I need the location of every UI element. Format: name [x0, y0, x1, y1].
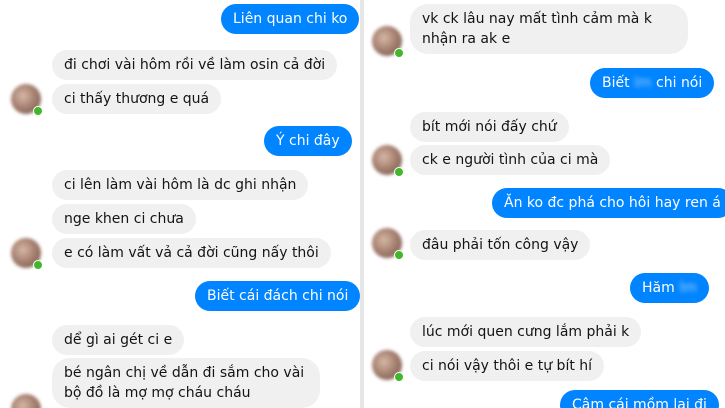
online-status-dot-icon [33, 260, 43, 270]
message-text: chi nói [651, 75, 703, 91]
message-bubble-incoming: bít mới nói đấy chứ [410, 112, 569, 142]
online-status-dot-icon [33, 106, 43, 116]
message-bubble-outgoing: Hăm lm [630, 273, 709, 303]
message-bubble-incoming: e có làm vất vả cả đời cũng nấy thôi [52, 238, 331, 268]
blurred-text: lm [679, 280, 697, 296]
message-bubble-outgoing: Biết lm chi nói [590, 68, 715, 98]
contact-avatar-icon [11, 394, 41, 408]
message-bubble-outgoing: Liên quan chi ko [221, 4, 360, 34]
online-status-dot-icon [394, 372, 404, 382]
message-bubble-incoming: dể gì ai gét ci e [52, 325, 185, 355]
message-bubble-incoming: vk ck lâu nay mất tình cảm mà k nhận ra … [410, 4, 688, 54]
message-text: Biết [602, 75, 635, 91]
message-bubble-incoming: ci lên làm vài hôm là dc ghi nhận [52, 170, 309, 200]
online-status-dot-icon [394, 167, 404, 177]
message-bubble-incoming: lúc mới quen cưng lắm phải k [410, 317, 642, 347]
online-status-dot-icon [394, 48, 404, 58]
message-bubble-incoming: ck e người tình của ci mà [410, 145, 611, 175]
message-bubble-outgoing: Ý chi đây [264, 126, 352, 156]
message-bubble-incoming: bé ngân chị về dẫn đi sắm cho vài bộ đồ … [52, 358, 320, 408]
chat-panel-right: vk ck lâu nay mất tình cảm mà k nhận ra … [364, 0, 725, 408]
message-bubble-outgoing: Ăn ko đc phá cho hôi hay ren á [492, 188, 725, 218]
blurred-text: lm [634, 75, 652, 91]
message-bubble-incoming: nge khen ci chưa [52, 204, 196, 234]
message-bubble-outgoing: Biết cái đách chi nói [195, 281, 360, 311]
message-text: Hăm [642, 280, 680, 296]
chat-panel-left: Liên quan chi ko đi chơi vài hôm rồi về … [0, 0, 360, 408]
message-bubble-incoming: đâu phải tốn công vậy [410, 230, 591, 260]
online-status-dot-icon [394, 250, 404, 260]
message-bubble-outgoing: Câm cái mồm lại đi [560, 390, 719, 408]
message-bubble-incoming: đi chơi vài hôm rồi về làm osin cả đời [52, 50, 338, 80]
message-bubble-incoming: ci nói vậy thôi e tự bít hí [410, 351, 605, 381]
message-bubble-incoming: ci thấy thương e quá [52, 84, 222, 114]
